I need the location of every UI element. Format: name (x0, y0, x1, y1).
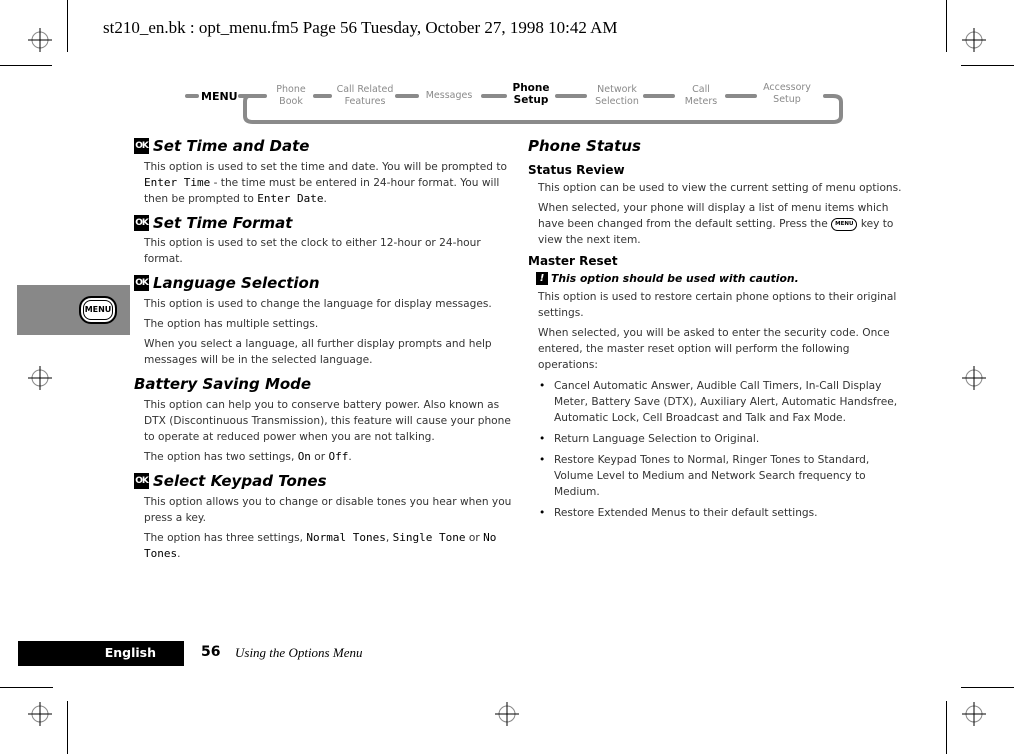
ok-icon: OK (134, 138, 149, 154)
paragraph: The option has two settings, On or Off. (144, 449, 514, 465)
subheading-status-review: Status Review (528, 163, 625, 177)
paragraph: This option is used to set the time and … (144, 159, 514, 207)
right-column: Phone Status Status Review This option c… (528, 136, 910, 526)
paragraph: This option is used to restore certain p… (538, 291, 897, 319)
list-item: Cancel Automatic Answer, Audible Call Ti… (539, 378, 910, 426)
paragraph: The option has three settings, Normal To… (144, 530, 514, 562)
menu-root-label: MENU (201, 90, 238, 103)
ok-icon: OK (134, 275, 149, 291)
menu-item-label: Book (279, 96, 303, 107)
text: The option has two settings, (144, 451, 298, 463)
display-prompt: Enter Date (257, 192, 324, 205)
ok-icon: OK (134, 473, 149, 489)
text: or (310, 451, 329, 463)
paragraph: This option is used to change the langua… (144, 298, 492, 310)
registration-mark-icon (962, 366, 986, 390)
text: The option has three settings, (144, 532, 307, 544)
menu-item-label: Setup (773, 94, 801, 105)
footer-language-bar: English (18, 641, 184, 666)
section-heading-select-keypad-tones: OK Select Keypad Tones (134, 471, 514, 491)
menu-key-icon: MENU (79, 296, 117, 324)
display-prompt: On (297, 450, 311, 463)
crop-mark (67, 0, 68, 52)
menu-item-messages: Messages (421, 90, 477, 102)
menu-item-label: Network (597, 84, 637, 95)
section-heading-set-time-format: OK Set Time Format (134, 213, 514, 233)
section-heading-set-time-date: OK Set Time and Date (134, 136, 514, 156)
section-title: Using the Options Menu (235, 645, 363, 660)
display-prompt: Normal Tones (306, 531, 386, 544)
menu-item-accessory-setup: Accessory Setup (759, 82, 815, 106)
menu-item-network-selection: Network Selection (589, 84, 645, 108)
caution-text: This option should be used with caution. (551, 272, 799, 285)
menu-item-label: Messages (425, 90, 473, 101)
list-item: Restore Keypad Tones to Normal, Ringer T… (539, 452, 910, 500)
crop-mark (946, 0, 947, 52)
caution-icon: ! (536, 272, 548, 285)
heading-text: Set Time and Date (153, 137, 310, 155)
menu-item-label: Meters (684, 96, 718, 107)
paragraph: When you select a language, all further … (144, 338, 492, 366)
display-prompt: Single Tone (392, 531, 466, 544)
registration-mark-icon (495, 702, 519, 726)
left-column: OK Set Time and Date This option is used… (134, 136, 514, 562)
paragraph: When selected, you will be asked to ente… (538, 327, 890, 371)
registration-mark-icon (962, 702, 986, 726)
text: , (385, 532, 393, 544)
menu-item-label: Selection (595, 96, 639, 107)
menu-item-label: Setup (513, 94, 549, 106)
registration-mark-icon (28, 702, 52, 726)
paragraph: This option can be used to view the curr… (538, 182, 902, 194)
menu-navigation-diagram: MENU Phone Book Call Related Features Mess… (185, 78, 850, 130)
caution-note: ! This option should be used with cautio… (536, 272, 910, 285)
text: . (348, 451, 352, 463)
display-prompt: Enter Time (144, 176, 211, 189)
text: This option is used to set the time and … (144, 161, 507, 173)
ok-icon: OK (134, 215, 149, 231)
crop-mark (0, 687, 53, 688)
heading-text: Language Selection (153, 274, 320, 292)
page-number: 56 (201, 644, 221, 660)
paragraph: The option has multiple settings. (144, 318, 319, 330)
text: or (465, 532, 484, 544)
crop-mark (67, 701, 68, 754)
chapter-side-tab: MENU (17, 285, 130, 335)
menu-item-call-related-features: Call Related Features (333, 84, 397, 108)
text: . (177, 548, 181, 560)
paragraph: This option allows you to change or disa… (144, 496, 512, 524)
print-header: st210_en.bk : opt_menu.fm5 Page 56 Tuesd… (103, 18, 618, 37)
menu-item-call-meters: Call Meters (679, 84, 723, 108)
section-heading-phone-status: Phone Status (528, 137, 641, 155)
paragraph: This option can help you to conserve bat… (144, 399, 511, 443)
footer-language: English (104, 645, 156, 660)
menu-key-icon: MENU (831, 217, 858, 231)
heading-text: Set Time Format (153, 214, 293, 232)
crop-mark (961, 687, 1014, 688)
menu-item-label: Phone (512, 82, 550, 94)
registration-mark-icon (962, 28, 986, 52)
section-heading-battery-saving-mode: Battery Saving Mode (134, 375, 312, 393)
paragraph: This option is used to set the clock to … (144, 237, 481, 265)
menu-item-label: Call Related (336, 84, 394, 95)
menu-item-label: Features (344, 96, 386, 107)
registration-mark-icon (28, 366, 52, 390)
display-prompt: Off (328, 450, 349, 463)
section-heading-language-selection: OK Language Selection (134, 273, 514, 293)
crop-mark (0, 65, 52, 66)
list-item: Return Language Selection to Original. (539, 431, 910, 447)
reset-operations-list: Cancel Automatic Answer, Audible Call Ti… (528, 378, 910, 521)
menu-item-label: Phone (276, 84, 306, 95)
menu-item-label: Call (692, 84, 710, 95)
crop-mark (946, 701, 947, 754)
subheading-master-reset: Master Reset (528, 254, 618, 268)
menu-item-phone-setup: Phone Setup (509, 82, 553, 106)
menu-item-phone-book: Phone Book (271, 84, 311, 108)
text: . (323, 193, 327, 205)
crop-mark (961, 65, 1014, 66)
menu-item-label: Accessory (763, 82, 811, 93)
list-item: Restore Extended Menus to their default … (539, 505, 910, 521)
heading-text: Select Keypad Tones (153, 472, 327, 490)
paragraph: When selected, your phone will display a… (538, 200, 910, 248)
registration-mark-icon (28, 28, 52, 52)
